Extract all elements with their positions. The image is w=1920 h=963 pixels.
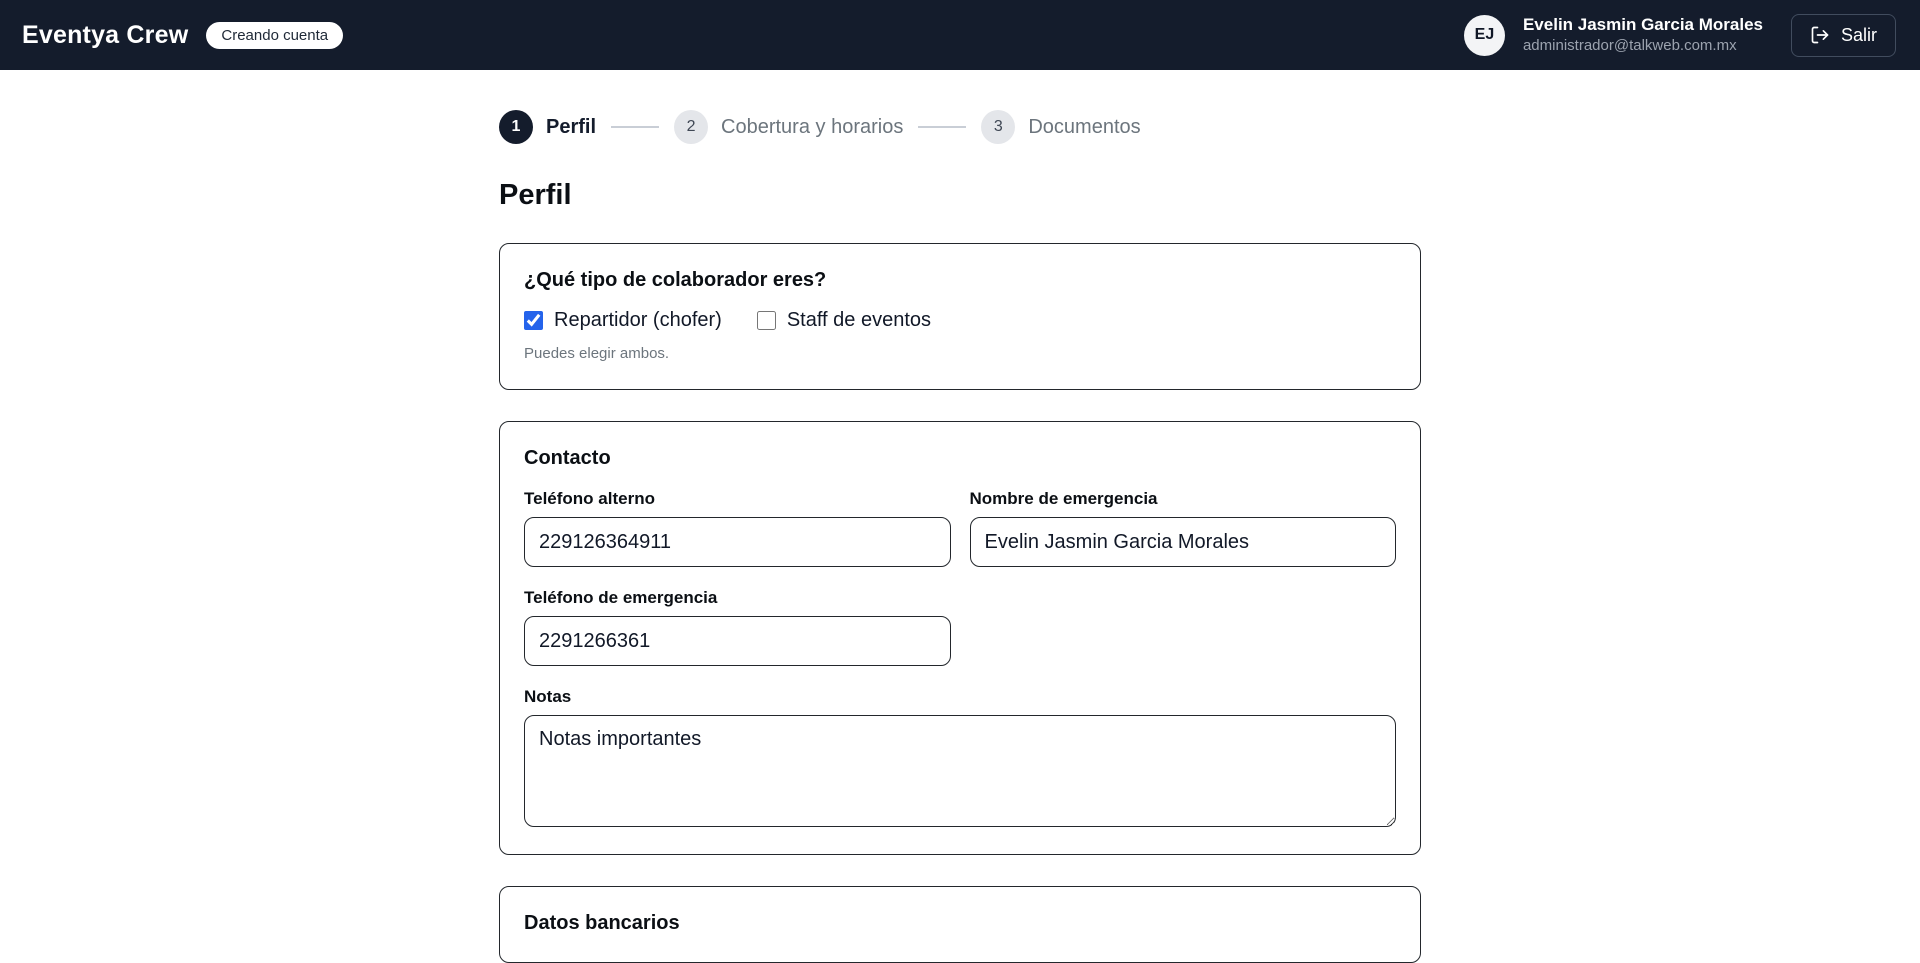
- emergency-name-input[interactable]: [970, 517, 1397, 567]
- emergency-name-label: Nombre de emergencia: [970, 489, 1397, 509]
- top-bar: Eventya Crew Creando cuenta EJ Evelin Ja…: [0, 0, 1920, 70]
- field-notes: Notas Notas importantes: [524, 687, 1396, 827]
- notes-label: Notas: [524, 687, 1396, 707]
- logout-icon: [1810, 25, 1830, 45]
- step-number: 1: [499, 110, 533, 144]
- step-number: 3: [981, 110, 1015, 144]
- user-name: Evelin Jasmin Garcia Morales: [1523, 14, 1763, 36]
- contact-card-title: Contacto: [524, 447, 1396, 470]
- main-content: 1 Perfil 2 Cobertura y horarios 3 Docume…: [499, 70, 1421, 963]
- emergency-phone-label: Teléfono de emergencia: [524, 588, 951, 608]
- app-title: Eventya Crew: [22, 21, 188, 50]
- step-connector: [611, 126, 659, 128]
- emergency-phone-input[interactable]: [524, 616, 951, 666]
- collaborator-helper-text: Puedes elegir ambos.: [524, 345, 1396, 362]
- contact-card: Contacto Teléfono alterno Nombre de emer…: [499, 421, 1421, 855]
- collaborator-options: Repartidor (chofer) Staff de eventos: [524, 309, 1396, 332]
- user-email: administrador@talkweb.com.mx: [1523, 36, 1763, 56]
- logout-button[interactable]: Salir: [1791, 14, 1896, 57]
- step-label: Perfil: [546, 116, 596, 139]
- user-meta: Evelin Jasmin Garcia Morales administrad…: [1523, 14, 1763, 56]
- step-number: 2: [674, 110, 708, 144]
- bank-data-card: Datos bancarios: [499, 886, 1421, 963]
- step-perfil[interactable]: 1 Perfil: [499, 110, 596, 144]
- collaborator-card-title: ¿Qué tipo de colaborador eres?: [524, 269, 1396, 292]
- alt-phone-label: Teléfono alterno: [524, 489, 951, 509]
- collaborator-type-card: ¿Qué tipo de colaborador eres? Repartido…: [499, 243, 1421, 390]
- contact-form: Teléfono alterno Nombre de emergencia Te…: [524, 489, 1396, 827]
- notes-textarea[interactable]: Notas importantes: [524, 715, 1396, 827]
- step-label: Documentos: [1028, 116, 1140, 139]
- status-badge: Creando cuenta: [206, 22, 343, 49]
- logout-label: Salir: [1841, 25, 1877, 46]
- field-emergency-name: Nombre de emergencia: [970, 489, 1397, 567]
- wizard-stepper: 1 Perfil 2 Cobertura y horarios 3 Docume…: [499, 110, 1421, 144]
- step-connector: [918, 126, 966, 128]
- checkbox-label: Repartidor (chofer): [554, 309, 722, 332]
- step-label: Cobertura y horarios: [721, 116, 903, 139]
- checkbox-staff[interactable]: Staff de eventos: [757, 309, 931, 332]
- field-emergency-phone: Teléfono de emergencia: [524, 588, 951, 666]
- field-alt-phone: Teléfono alterno: [524, 489, 951, 567]
- step-cobertura[interactable]: 2 Cobertura y horarios: [674, 110, 903, 144]
- field-empty-spacer: [970, 588, 1397, 666]
- staff-checkbox[interactable]: [757, 311, 776, 330]
- checkbox-repartidor[interactable]: Repartidor (chofer): [524, 309, 722, 332]
- checkbox-label: Staff de eventos: [787, 309, 931, 332]
- step-documentos[interactable]: 3 Documentos: [981, 110, 1140, 144]
- alt-phone-input[interactable]: [524, 517, 951, 567]
- bank-card-title: Datos bancarios: [524, 912, 1396, 935]
- repartidor-checkbox[interactable]: [524, 311, 543, 330]
- page-title: Perfil: [499, 179, 1421, 212]
- avatar: EJ: [1464, 15, 1505, 56]
